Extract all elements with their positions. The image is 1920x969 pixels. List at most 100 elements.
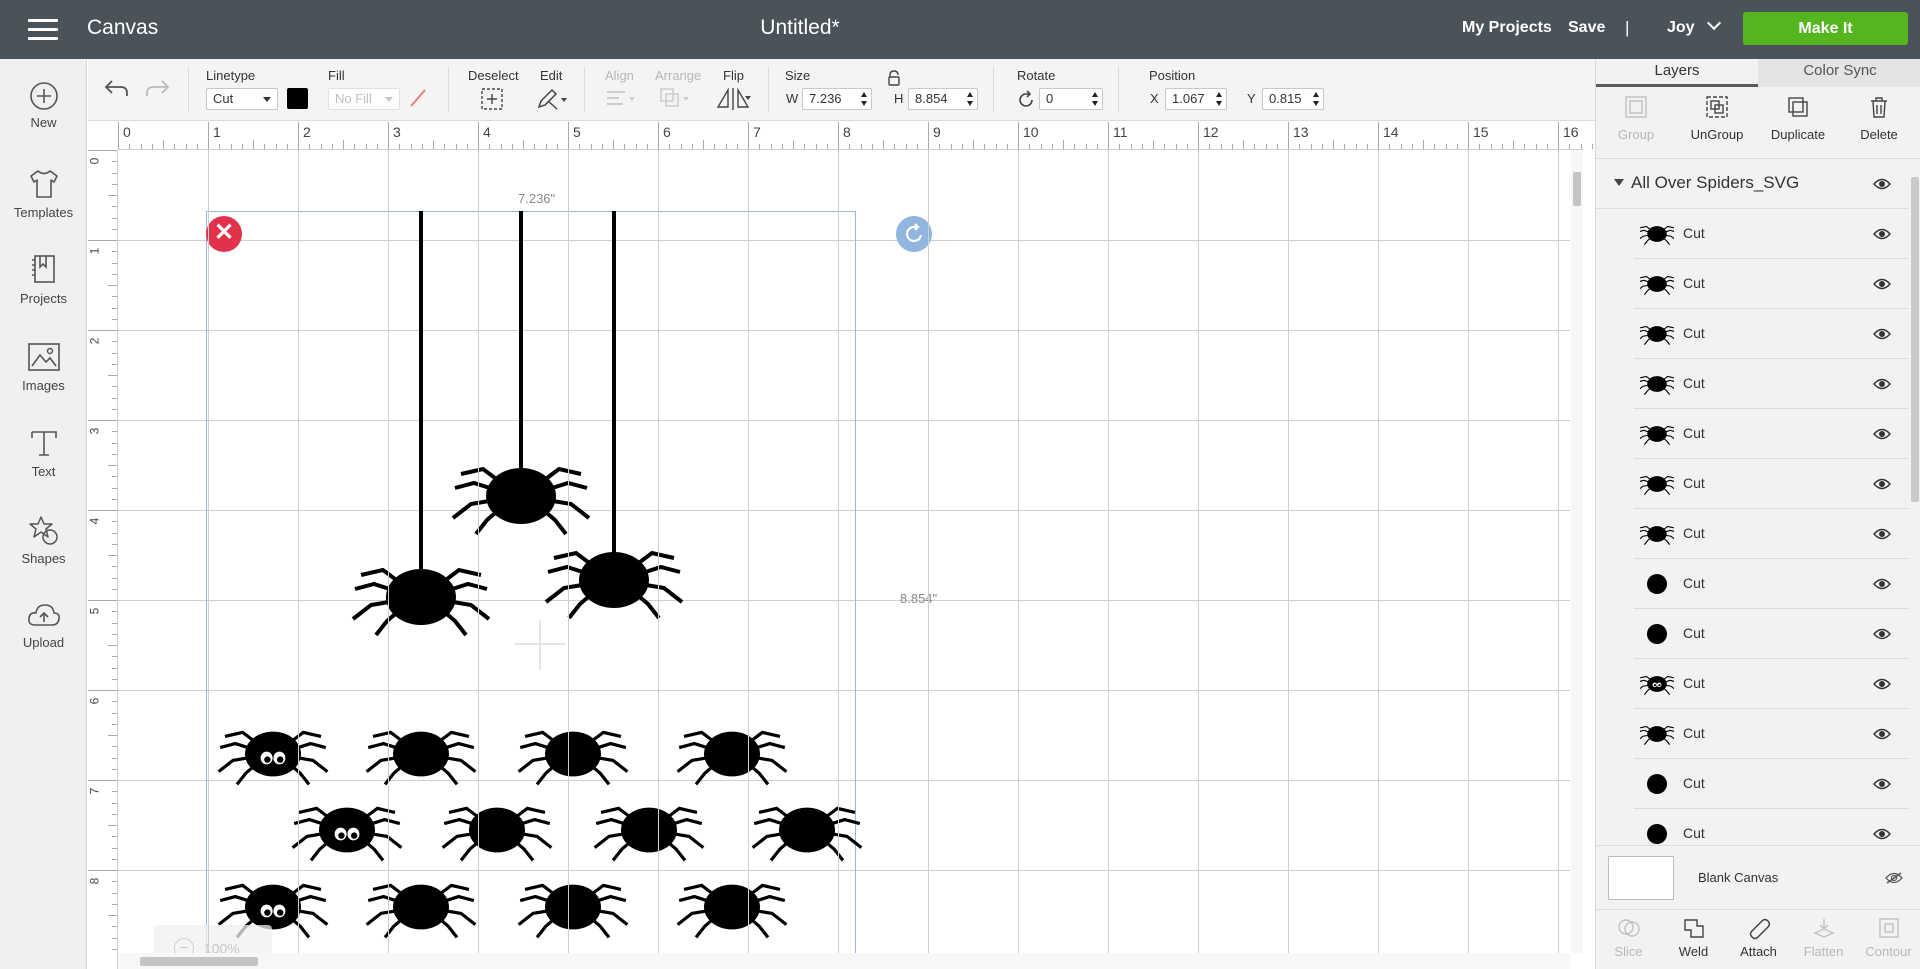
- small-spider[interactable]: [516, 882, 630, 940]
- align-icon[interactable]: [605, 89, 639, 109]
- eye-icon[interactable]: [1873, 428, 1891, 440]
- layer-row[interactable]: Cut: [1634, 609, 1909, 659]
- eye-icon[interactable]: [1873, 728, 1891, 740]
- layer-row[interactable]: Cut: [1634, 509, 1909, 559]
- save-link[interactable]: Save: [1568, 19, 1605, 37]
- eye-icon[interactable]: [1873, 678, 1891, 690]
- duplicate-button[interactable]: Duplicate: [1758, 95, 1838, 142]
- eye-icon[interactable]: [1873, 178, 1891, 190]
- ungroup-button[interactable]: UnGroup: [1677, 95, 1757, 142]
- layer-row[interactable]: Cut: [1634, 559, 1909, 609]
- eye-hidden-icon[interactable]: [1885, 872, 1903, 884]
- fill-select[interactable]: No Fill: [328, 88, 400, 110]
- tab-color-sync[interactable]: Color Sync: [1759, 59, 1920, 87]
- sidebar-item-shapes[interactable]: Shapes: [0, 513, 87, 566]
- layer-row[interactable]: Cut: [1634, 659, 1909, 709]
- canvas-vertical-scrollbar[interactable]: [1571, 150, 1583, 953]
- undo-icon[interactable]: [104, 78, 130, 98]
- scroll-thumb[interactable]: [140, 957, 258, 966]
- layer-row[interactable]: Cut: [1634, 709, 1909, 759]
- small-spider[interactable]: [675, 882, 789, 940]
- scroll-thumb[interactable]: [1573, 172, 1581, 206]
- eyed-spider[interactable]: [219, 732, 328, 785]
- small-spider[interactable]: [750, 805, 864, 863]
- layer-row[interactable]: Cut: [1634, 259, 1909, 309]
- sidebar-item-text[interactable]: Text: [0, 426, 87, 479]
- tab-layers[interactable]: Layers: [1596, 59, 1758, 87]
- eye-icon[interactable]: [1873, 278, 1891, 290]
- layer-row[interactable]: Cut: [1634, 209, 1909, 259]
- sidebar-item-new[interactable]: New: [0, 81, 87, 130]
- zoom-control[interactable]: − 100%: [154, 925, 272, 953]
- caret-down-icon[interactable]: [1614, 179, 1624, 186]
- layer-group-row[interactable]: All Over Spiders_SVG: [1596, 159, 1909, 209]
- weld-button[interactable]: Weld: [1661, 916, 1726, 959]
- contour-button[interactable]: Contour: [1856, 916, 1920, 959]
- rotate-stepper[interactable]: [1092, 92, 1099, 106]
- lock-icon[interactable]: [887, 70, 901, 86]
- linetype-color-swatch[interactable]: [287, 88, 308, 109]
- canvas-horizontal-scrollbar[interactable]: [118, 953, 1570, 969]
- linetype-select[interactable]: Cut: [206, 88, 278, 110]
- eye-icon[interactable]: [1873, 778, 1891, 790]
- small-spider[interactable]: [592, 805, 706, 863]
- sidebar-item-images[interactable]: Images: [0, 340, 87, 393]
- blank-canvas-swatch[interactable]: [1608, 856, 1674, 900]
- layer-row[interactable]: Cut: [1634, 759, 1909, 809]
- x-stepper[interactable]: [1216, 92, 1223, 106]
- slice-button[interactable]: Slice: [1596, 916, 1661, 959]
- document-title[interactable]: Untitled*: [0, 16, 1600, 40]
- eye-icon[interactable]: [1873, 478, 1891, 490]
- small-spider[interactable]: [516, 729, 630, 787]
- layer-row[interactable]: Cut: [1634, 309, 1909, 359]
- small-spider[interactable]: [365, 882, 477, 940]
- height-input[interactable]: 8.854: [908, 88, 978, 110]
- redo-icon[interactable]: [144, 78, 170, 98]
- user-menu[interactable]: Joy: [1667, 15, 1721, 37]
- my-projects-link[interactable]: My Projects: [1462, 19, 1552, 37]
- width-stepper[interactable]: [861, 92, 868, 106]
- layers-scrollbar[interactable]: [1909, 159, 1920, 903]
- small-spider[interactable]: [675, 729, 789, 787]
- x-position-input[interactable]: 1.067: [1165, 88, 1227, 110]
- flatten-button[interactable]: Flatten: [1791, 916, 1856, 959]
- eyed-spider[interactable]: [293, 808, 402, 861]
- height-stepper[interactable]: [967, 92, 974, 106]
- blank-canvas-row[interactable]: Blank Canvas: [1596, 845, 1920, 909]
- canvas-grid[interactable]: 7.236" 8.854" ✕ − 100%: [118, 150, 1570, 953]
- eye-icon[interactable]: [1873, 528, 1891, 540]
- spiders-artwork[interactable]: [118, 150, 1570, 953]
- width-input[interactable]: 7.236: [802, 88, 872, 110]
- eye-icon[interactable]: [1873, 628, 1891, 640]
- make-it-button[interactable]: Make It: [1743, 12, 1908, 45]
- small-spider[interactable]: [441, 805, 554, 863]
- sidebar-item-projects[interactable]: Projects: [0, 253, 87, 306]
- sidebar-item-templates[interactable]: Templates: [0, 167, 87, 220]
- y-stepper[interactable]: [1313, 92, 1320, 106]
- arrange-icon[interactable]: [659, 87, 693, 111]
- eye-icon[interactable]: [1873, 578, 1891, 590]
- delete-button[interactable]: Delete: [1839, 95, 1919, 142]
- eye-icon[interactable]: [1873, 828, 1891, 840]
- layers-list[interactable]: All Over Spiders_SVG Cut Cut Cut Cut Cut Cut C…: [1596, 159, 1909, 909]
- eye-icon[interactable]: [1873, 228, 1891, 240]
- group-button[interactable]: Group: [1596, 95, 1676, 142]
- deselect-icon[interactable]: [480, 87, 504, 111]
- layer-row[interactable]: Cut: [1634, 359, 1909, 409]
- y-position-input[interactable]: 0.815: [1262, 88, 1324, 110]
- eye-icon[interactable]: [1873, 328, 1891, 340]
- attach-button[interactable]: Attach: [1726, 916, 1791, 959]
- rotate-input[interactable]: 0: [1039, 88, 1103, 110]
- sidebar-item-upload[interactable]: Upload: [0, 599, 87, 650]
- edit-icon[interactable]: [535, 87, 569, 111]
- layer-row[interactable]: Cut: [1634, 459, 1909, 509]
- hanging-spider[interactable]: [351, 567, 491, 637]
- hanging-spider[interactable]: [544, 550, 684, 620]
- scroll-thumb[interactable]: [1911, 177, 1919, 502]
- design-canvas[interactable]: 0 1 2 3 4 5 6 7 8 9 10 11 12 13 14 15 16 012345678 7.236…: [88, 122, 1595, 969]
- flip-icon[interactable]: [715, 87, 753, 111]
- small-spider[interactable]: [365, 729, 477, 787]
- layer-row[interactable]: Cut: [1634, 409, 1909, 459]
- zoom-out-icon[interactable]: −: [174, 938, 194, 953]
- eye-icon[interactable]: [1873, 378, 1891, 390]
